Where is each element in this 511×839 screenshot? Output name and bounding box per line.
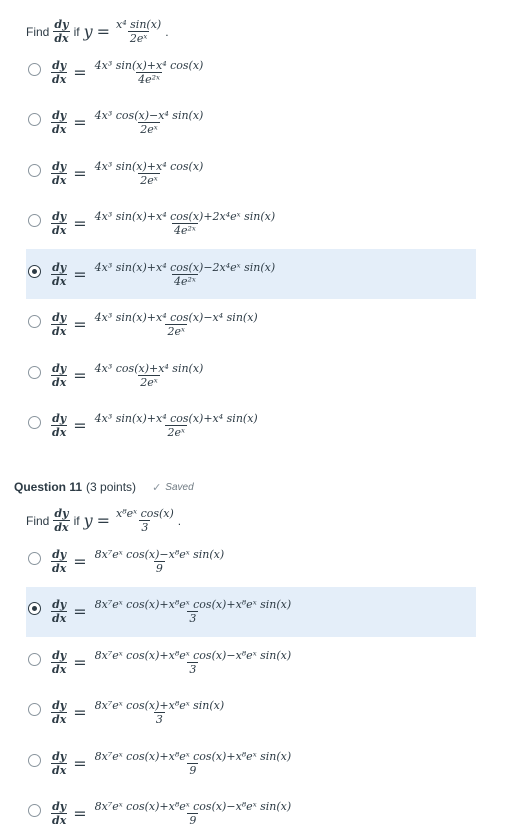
radio-button[interactable] bbox=[28, 365, 41, 379]
derivative-symbol: dy dx bbox=[51, 547, 68, 575]
radio-button[interactable] bbox=[28, 163, 41, 177]
answer-option[interactable]: dy dx = 4x³ cos(x)−x⁴ sin(x) 2eˣ bbox=[26, 98, 476, 148]
find-label: Find bbox=[26, 24, 50, 39]
if-label: if bbox=[73, 24, 80, 39]
derivative-symbol: dy dx bbox=[51, 210, 68, 237]
answer-expression: 4x³ sin(x)+x⁴ cos(x) 2eˣ bbox=[94, 159, 204, 187]
answer-expression: 8x⁷eˣ cos(x)+x⁸eˣ cos(x)+x⁸eˣ sin(x) 3 bbox=[94, 598, 292, 625]
equals-sign: = bbox=[96, 511, 111, 530]
find-label: Find bbox=[26, 513, 50, 528]
answer-expression: 4x³ sin(x)+x⁴ cos(x)−x⁴ sin(x) 2eˣ bbox=[94, 311, 258, 338]
equals-sign: = bbox=[73, 62, 87, 82]
radio-button[interactable] bbox=[28, 214, 41, 227]
question-title: Question 11 bbox=[14, 480, 83, 494]
answer-option[interactable]: dy dx = 4x³ sin(x)+x⁴ cos(x) 2eˣ bbox=[26, 148, 476, 198]
equals-sign: = bbox=[73, 416, 87, 435]
saved-status: ✓ Saved bbox=[152, 482, 194, 494]
question-11-prompt: Find dy dx if y = x⁸eˣ cos(x) 3 . bbox=[26, 507, 182, 534]
radio-button[interactable] bbox=[28, 804, 41, 817]
answer-expression: 4x³ sin(x)+x⁴ cos(x)+x⁴ sin(x) 2eˣ bbox=[94, 412, 258, 439]
y-variable: y bbox=[83, 511, 93, 530]
equals-sign: = bbox=[96, 22, 111, 41]
answer-expression: 4x³ sin(x)+x⁴ cos(x)−2x⁴eˣ sin(x) 4e²ˣ bbox=[94, 260, 276, 288]
answer-option[interactable]: dy dx = 4x³ sin(x)+x⁴ cos(x)−2x⁴eˣ sin(x) 4e… bbox=[26, 249, 476, 299]
derivative-symbol: dy dx bbox=[51, 260, 68, 288]
if-label: if bbox=[73, 513, 80, 528]
answer-expression: 8x⁷eˣ cos(x)+x⁸eˣ cos(x)+x⁸eˣ sin(x) 9 bbox=[94, 749, 292, 777]
derivative-symbol: dy dx bbox=[51, 159, 68, 187]
question-11-header: Question 11 (3 points) ✓ Saved bbox=[14, 480, 194, 494]
equals-sign: = bbox=[73, 551, 87, 571]
answer-option[interactable]: dy dx = 8x⁷eˣ cos(x)+x⁸eˣ cos(x)−x⁸eˣ sin(x… bbox=[26, 637, 476, 687]
equals-sign: = bbox=[73, 652, 87, 672]
answer-expression: 4x³ cos(x)+x⁴ sin(x) 2eˣ bbox=[94, 361, 204, 389]
radio-button[interactable] bbox=[28, 703, 41, 716]
derivative-symbol: dy dx bbox=[51, 648, 68, 676]
answer-option[interactable]: dy dx = 4x³ cos(x)+x⁴ sin(x) 2eˣ bbox=[26, 350, 476, 400]
answer-expression: 8x⁷eˣ cos(x)+x⁸eˣ cos(x)−x⁸eˣ sin(x) 9 bbox=[94, 800, 292, 827]
equals-sign: = bbox=[73, 163, 87, 183]
question-10-prompt: Find dy dx if y = x⁴ sin(x) 2eˣ . bbox=[26, 18, 169, 45]
answer-expression: 4x³ sin(x)+x⁴ cos(x) 4e²ˣ bbox=[94, 58, 204, 86]
equals-sign: = bbox=[73, 703, 87, 722]
answer-expression: 8x⁷eˣ cos(x)+x⁸eˣ cos(x)−x⁸eˣ sin(x) 3 bbox=[94, 648, 292, 676]
answer-option[interactable]: dy dx = 8x⁷eˣ cos(x)−x⁸eˣ sin(x) 9 bbox=[26, 536, 476, 586]
answer-expression: 8x⁷eˣ cos(x)+x⁸eˣ sin(x) 3 bbox=[94, 699, 225, 726]
question-points: (3 points) bbox=[86, 480, 137, 494]
answer-expression: 8x⁷eˣ cos(x)−x⁸eˣ sin(x) 9 bbox=[94, 547, 225, 575]
equals-sign: = bbox=[73, 315, 87, 334]
function-expression: x⁸eˣ cos(x) 3 bbox=[116, 507, 174, 534]
answer-option[interactable]: dy dx = 4x³ sin(x)+x⁴ cos(x)+x⁴ sin(x) 2eˣ bbox=[26, 401, 476, 451]
derivative-symbol: dy dx bbox=[51, 311, 68, 338]
derivative-symbol: dy dx bbox=[51, 598, 68, 625]
answer-option[interactable]: dy dx = 4x³ sin(x)+x⁴ cos(x) 4e²ˣ bbox=[26, 47, 476, 97]
answer-expression: 4x³ cos(x)−x⁴ sin(x) 2eˣ bbox=[94, 109, 204, 136]
equals-sign: = bbox=[73, 214, 87, 233]
answer-option[interactable]: dy dx = 8x⁷eˣ cos(x)+x⁸eˣ cos(x)+x⁸eˣ sin(x… bbox=[26, 586, 476, 637]
equals-sign: = bbox=[73, 365, 87, 385]
derivative-symbol: dy dx bbox=[51, 749, 68, 777]
radio-button[interactable] bbox=[28, 602, 41, 615]
radio-button[interactable] bbox=[28, 416, 41, 429]
derivative-symbol: dy dx bbox=[51, 412, 68, 439]
equals-sign: = bbox=[73, 113, 87, 132]
function-expression: x⁴ sin(x) 2eˣ bbox=[116, 18, 162, 45]
equals-sign: = bbox=[73, 602, 87, 621]
answer-expression: 4x³ sin(x)+x⁴ cos(x)+2x⁴eˣ sin(x) 4e²ˣ bbox=[94, 210, 276, 237]
radio-button[interactable] bbox=[28, 62, 41, 76]
radio-button[interactable] bbox=[28, 652, 41, 666]
derivative-symbol: dy dx bbox=[51, 109, 68, 136]
derivative-symbol: dy dx bbox=[53, 18, 70, 45]
radio-button[interactable] bbox=[28, 315, 41, 328]
y-variable: y bbox=[83, 22, 93, 41]
equals-sign: = bbox=[73, 264, 87, 284]
equals-sign: = bbox=[73, 753, 87, 773]
radio-button[interactable] bbox=[28, 551, 41, 565]
equals-sign: = bbox=[73, 804, 87, 823]
radio-button[interactable] bbox=[28, 113, 41, 126]
answer-option[interactable]: dy dx = 8x⁷eˣ cos(x)+x⁸eˣ cos(x)−x⁸eˣ sin(x… bbox=[26, 789, 476, 839]
radio-button[interactable] bbox=[28, 264, 41, 278]
check-icon: ✓ bbox=[152, 482, 162, 494]
derivative-symbol: dy dx bbox=[53, 507, 70, 534]
radio-button[interactable] bbox=[28, 753, 41, 767]
answer-option[interactable]: dy dx = 4x³ sin(x)+x⁴ cos(x)+2x⁴eˣ sin(x) 4e… bbox=[26, 199, 476, 249]
answer-option[interactable]: dy dx = 8x⁷eˣ cos(x)+x⁸eˣ sin(x) 3 bbox=[26, 688, 476, 738]
derivative-symbol: dy dx bbox=[51, 58, 68, 86]
derivative-symbol: dy dx bbox=[51, 699, 68, 726]
answer-option[interactable]: dy dx = 8x⁷eˣ cos(x)+x⁸eˣ cos(x)+x⁸eˣ sin(x… bbox=[26, 738, 476, 788]
derivative-symbol: dy dx bbox=[51, 800, 68, 827]
answer-option[interactable]: dy dx = 4x³ sin(x)+x⁴ cos(x)−x⁴ sin(x) 2eˣ bbox=[26, 300, 476, 350]
derivative-symbol: dy dx bbox=[51, 361, 68, 389]
